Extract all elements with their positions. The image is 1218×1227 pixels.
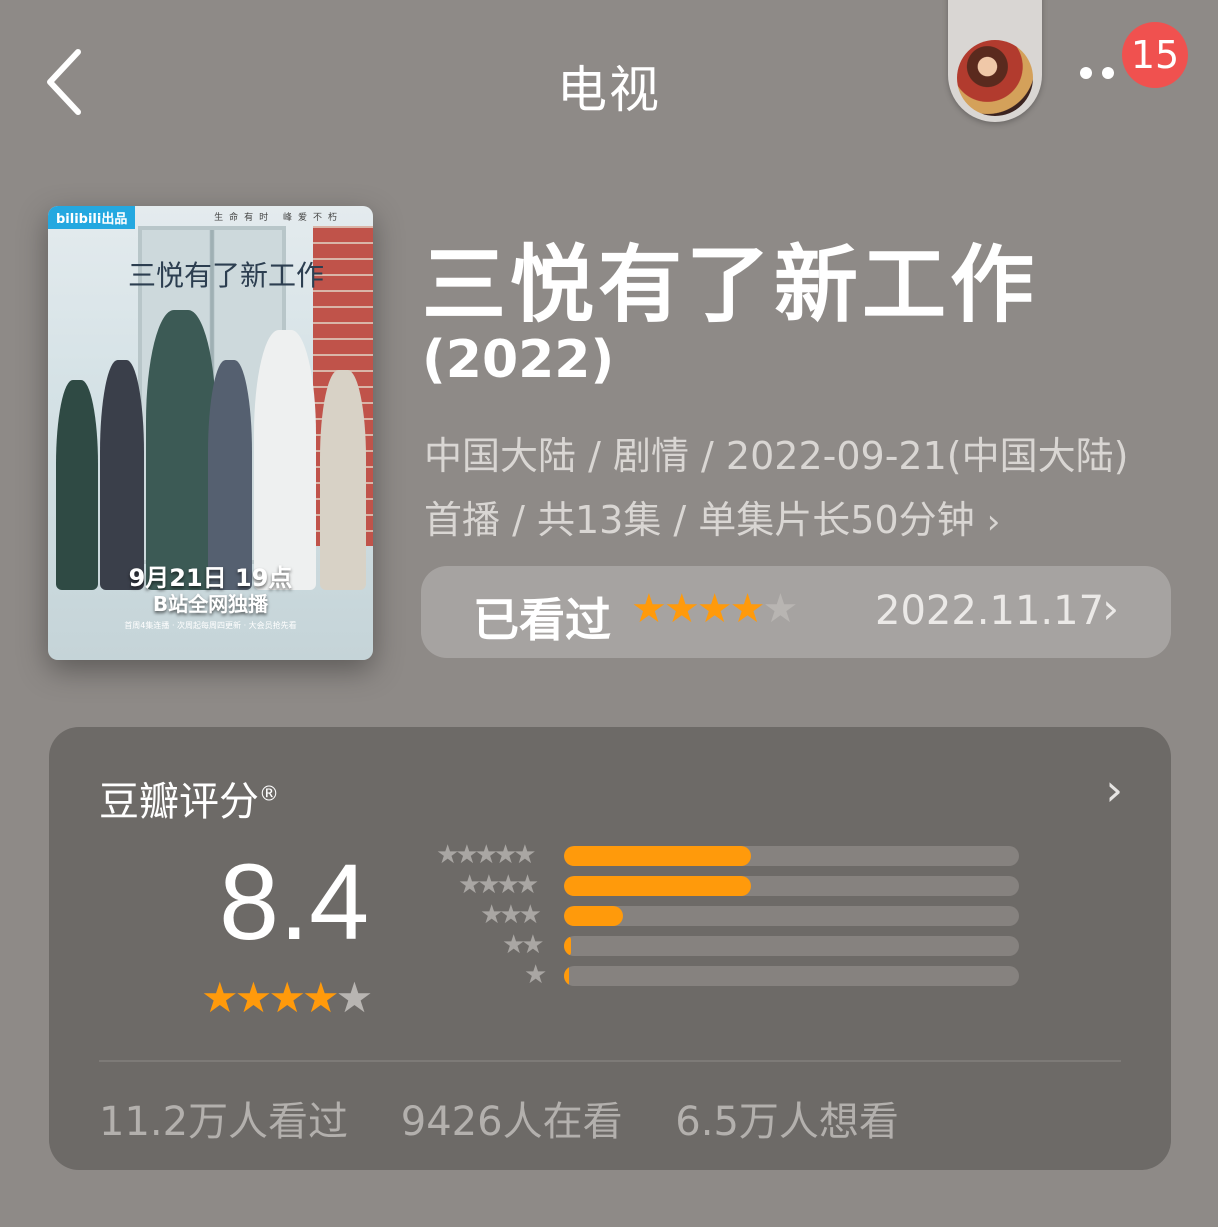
stat-watching: 9426人在看	[400, 1099, 623, 1145]
distribution-stars-icon: ★★★★	[458, 870, 539, 900]
distribution-track	[564, 966, 1019, 986]
poster-figure	[320, 370, 366, 590]
star-empty-icon: ★	[762, 586, 798, 632]
distribution-row: ★★★★★	[429, 840, 1029, 870]
distribution-stars-icon: ★★★★★	[436, 840, 537, 870]
avatar[interactable]	[957, 40, 1033, 116]
distribution-track	[564, 906, 1019, 926]
star-filled-icon: ★	[268, 973, 306, 1022]
watched-stars: ★★★★★	[631, 586, 798, 632]
stat-watched: 11.2万人看过	[99, 1099, 349, 1145]
poster-figure	[100, 360, 144, 590]
rating-card[interactable]: 豆瓣评分® › 8.4 ★★★★★ ★★★★★ ★★★★ ★★★ ★★ ★ 11.2万人…	[49, 727, 1171, 1170]
dot-icon	[1102, 67, 1114, 79]
meta-line-1: 中国大陆 / 剧情 / 2022-09-21(中国大陆)	[424, 434, 1129, 478]
stat-want: 6.5万人想看	[675, 1099, 899, 1145]
distribution-row: ★	[429, 960, 1029, 990]
rating-stats: 11.2万人看过 9426人在看 6.5万人想看	[99, 1089, 939, 1147]
notification-badge: 15	[1122, 22, 1188, 88]
distribution-row: ★★★★	[429, 870, 1029, 900]
chevron-right-icon: ›	[986, 502, 1001, 542]
poster-subline: 首周4集连播 · 次周起每周四更新 · 大会员抢先看	[124, 621, 297, 630]
poster-figure	[208, 360, 252, 590]
poster-platform: B站全网独播	[152, 592, 269, 616]
poster-tagline: 生命有时 峰爱不朽	[214, 213, 343, 223]
poster-image[interactable]: bilibili出品 生命有时 峰爱不朽 三悦有了新工作 9月21日 19点 B…	[48, 206, 373, 660]
poster-figure	[254, 330, 316, 590]
star-filled-icon: ★	[201, 973, 239, 1022]
distribution-bar	[564, 876, 751, 896]
show-meta[interactable]: 中国大陆 / 剧情 / 2022-09-21(中国大陆) 首播 / 共13集 /…	[424, 424, 1184, 554]
star-filled-icon: ★	[729, 586, 766, 632]
distribution-bar	[564, 936, 571, 956]
avatar-tab[interactable]	[948, 0, 1042, 122]
watched-status-bar[interactable]: 已看过 ★★★★★ 2022.11.17 ›	[421, 566, 1171, 658]
rating-stars: ★★★★★	[201, 973, 374, 1022]
dot-icon	[1080, 67, 1092, 79]
chevron-right-icon: ›	[1105, 765, 1123, 816]
distribution-bar	[564, 966, 569, 986]
distribution-track	[564, 876, 1019, 896]
star-filled-icon: ★	[301, 973, 340, 1022]
poster-title: 三悦有了新工作	[128, 259, 325, 292]
distribution-stars-icon: ★★★	[480, 900, 542, 930]
star-filled-icon: ★	[663, 586, 700, 632]
watched-label: 已看过	[473, 593, 611, 647]
rating-title: 豆瓣评分®	[99, 779, 279, 825]
distribution-row: ★★★	[429, 900, 1029, 930]
star-empty-icon: ★	[335, 973, 374, 1022]
watched-date: 2022.11.17	[875, 588, 1105, 634]
divider	[99, 1060, 1121, 1062]
rating-score: 8.4	[219, 841, 370, 962]
distribution-track	[564, 846, 1019, 866]
distribution-bar	[564, 846, 751, 866]
more-options-button[interactable]	[1080, 64, 1130, 94]
star-filled-icon: ★	[234, 973, 273, 1022]
meta-line-2: 首播 / 共13集 / 单集片长50分钟	[424, 498, 975, 542]
distribution-row: ★★	[429, 930, 1029, 960]
distribution-bar	[564, 906, 624, 926]
distribution-track	[564, 936, 1019, 956]
distribution-stars-icon: ★	[524, 960, 547, 990]
star-filled-icon: ★	[631, 586, 667, 632]
distribution-stars-icon: ★★	[502, 930, 545, 960]
chevron-right-icon: ›	[1102, 584, 1119, 633]
show-title: 三悦有了新工作	[422, 236, 1039, 334]
star-filled-icon: ★	[696, 586, 733, 632]
poster-figure	[146, 310, 216, 590]
show-year: (2022)	[422, 330, 615, 390]
poster-logo: bilibili出品	[48, 206, 136, 229]
